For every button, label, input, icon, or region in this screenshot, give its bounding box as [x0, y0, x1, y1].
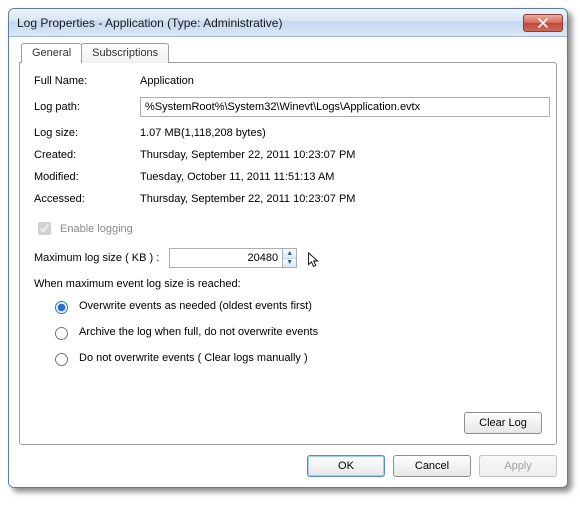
radio-archive[interactable]: Archive the log when full, do not overwr… — [50, 324, 542, 340]
radio-do-not-overwrite-label: Do not overwrite events ( Clear logs man… — [79, 352, 308, 364]
log-path-input[interactable] — [140, 97, 550, 117]
apply-button: Apply — [479, 455, 557, 477]
created-value: Thursday, September 22, 2011 10:23:07 PM — [140, 149, 550, 161]
modified-label: Modified: — [34, 171, 130, 183]
overflow-radios: Overwrite events as needed (oldest event… — [50, 298, 542, 366]
titlebar[interactable]: Log Properties - Application (Type: Admi… — [9, 9, 567, 37]
tab-general[interactable]: General — [21, 43, 82, 63]
radio-overwrite-input[interactable] — [55, 301, 68, 314]
chevron-down-icon: ▼ — [286, 259, 293, 266]
radio-overwrite-label: Overwrite events as needed (oldest event… — [79, 300, 312, 312]
cancel-button[interactable]: Cancel — [393, 455, 471, 477]
enable-logging-label: Enable logging — [60, 223, 133, 235]
log-size-label: Log size: — [34, 127, 130, 139]
dialog-window: Log Properties - Application (Type: Admi… — [8, 8, 568, 488]
radio-archive-label: Archive the log when full, do not overwr… — [79, 326, 318, 338]
clear-log-button[interactable]: Clear Log — [464, 412, 542, 434]
when-max-label: When maximum event log size is reached: — [34, 278, 542, 290]
modified-value: Tuesday, October 11, 2011 11:51:13 AM — [140, 171, 550, 183]
created-label: Created: — [34, 149, 130, 161]
spinner-down[interactable]: ▼ — [283, 259, 296, 268]
client-area: General Subscriptions Full Name: Applica… — [9, 37, 567, 487]
accessed-label: Accessed: — [34, 193, 130, 205]
enable-logging-checkbox — [38, 222, 51, 235]
log-size-value: 1.07 MB(1,118,208 bytes) — [140, 127, 550, 139]
ok-button[interactable]: OK — [307, 455, 385, 477]
tabstrip: General Subscriptions — [21, 43, 557, 63]
window-title: Log Properties - Application (Type: Admi… — [17, 16, 523, 30]
max-size-label: Maximum log size ( KB ) : — [34, 252, 159, 264]
radio-do-not-overwrite-input[interactable] — [55, 353, 68, 366]
close-icon — [538, 18, 548, 28]
tabpanel-general: Full Name: Application Log path: Log siz… — [19, 62, 557, 445]
tab-subscriptions[interactable]: Subscriptions — [81, 43, 169, 63]
radio-overwrite[interactable]: Overwrite events as needed (oldest event… — [50, 298, 542, 314]
spinner-buttons: ▲ ▼ — [282, 249, 296, 267]
radio-archive-input[interactable] — [55, 327, 68, 340]
close-button[interactable] — [523, 14, 563, 32]
max-size-row: Maximum log size ( KB ) : ▲ ▼ — [34, 248, 542, 268]
accessed-value: Thursday, September 22, 2011 10:23:07 PM — [140, 193, 550, 205]
chevron-up-icon: ▲ — [286, 250, 293, 257]
log-path-label: Log path: — [34, 101, 130, 113]
dialog-buttons: OK Cancel Apply — [19, 455, 557, 477]
radio-do-not-overwrite[interactable]: Do not overwrite events ( Clear logs man… — [50, 350, 542, 366]
max-size-spinner[interactable]: ▲ ▼ — [169, 248, 297, 268]
fields-grid: Full Name: Application Log path: Log siz… — [34, 75, 542, 205]
full-name-value: Application — [140, 75, 550, 87]
spinner-up[interactable]: ▲ — [283, 249, 296, 259]
full-name-label: Full Name: — [34, 75, 130, 87]
max-size-input[interactable] — [170, 249, 282, 267]
enable-logging-row: Enable logging — [34, 219, 542, 238]
